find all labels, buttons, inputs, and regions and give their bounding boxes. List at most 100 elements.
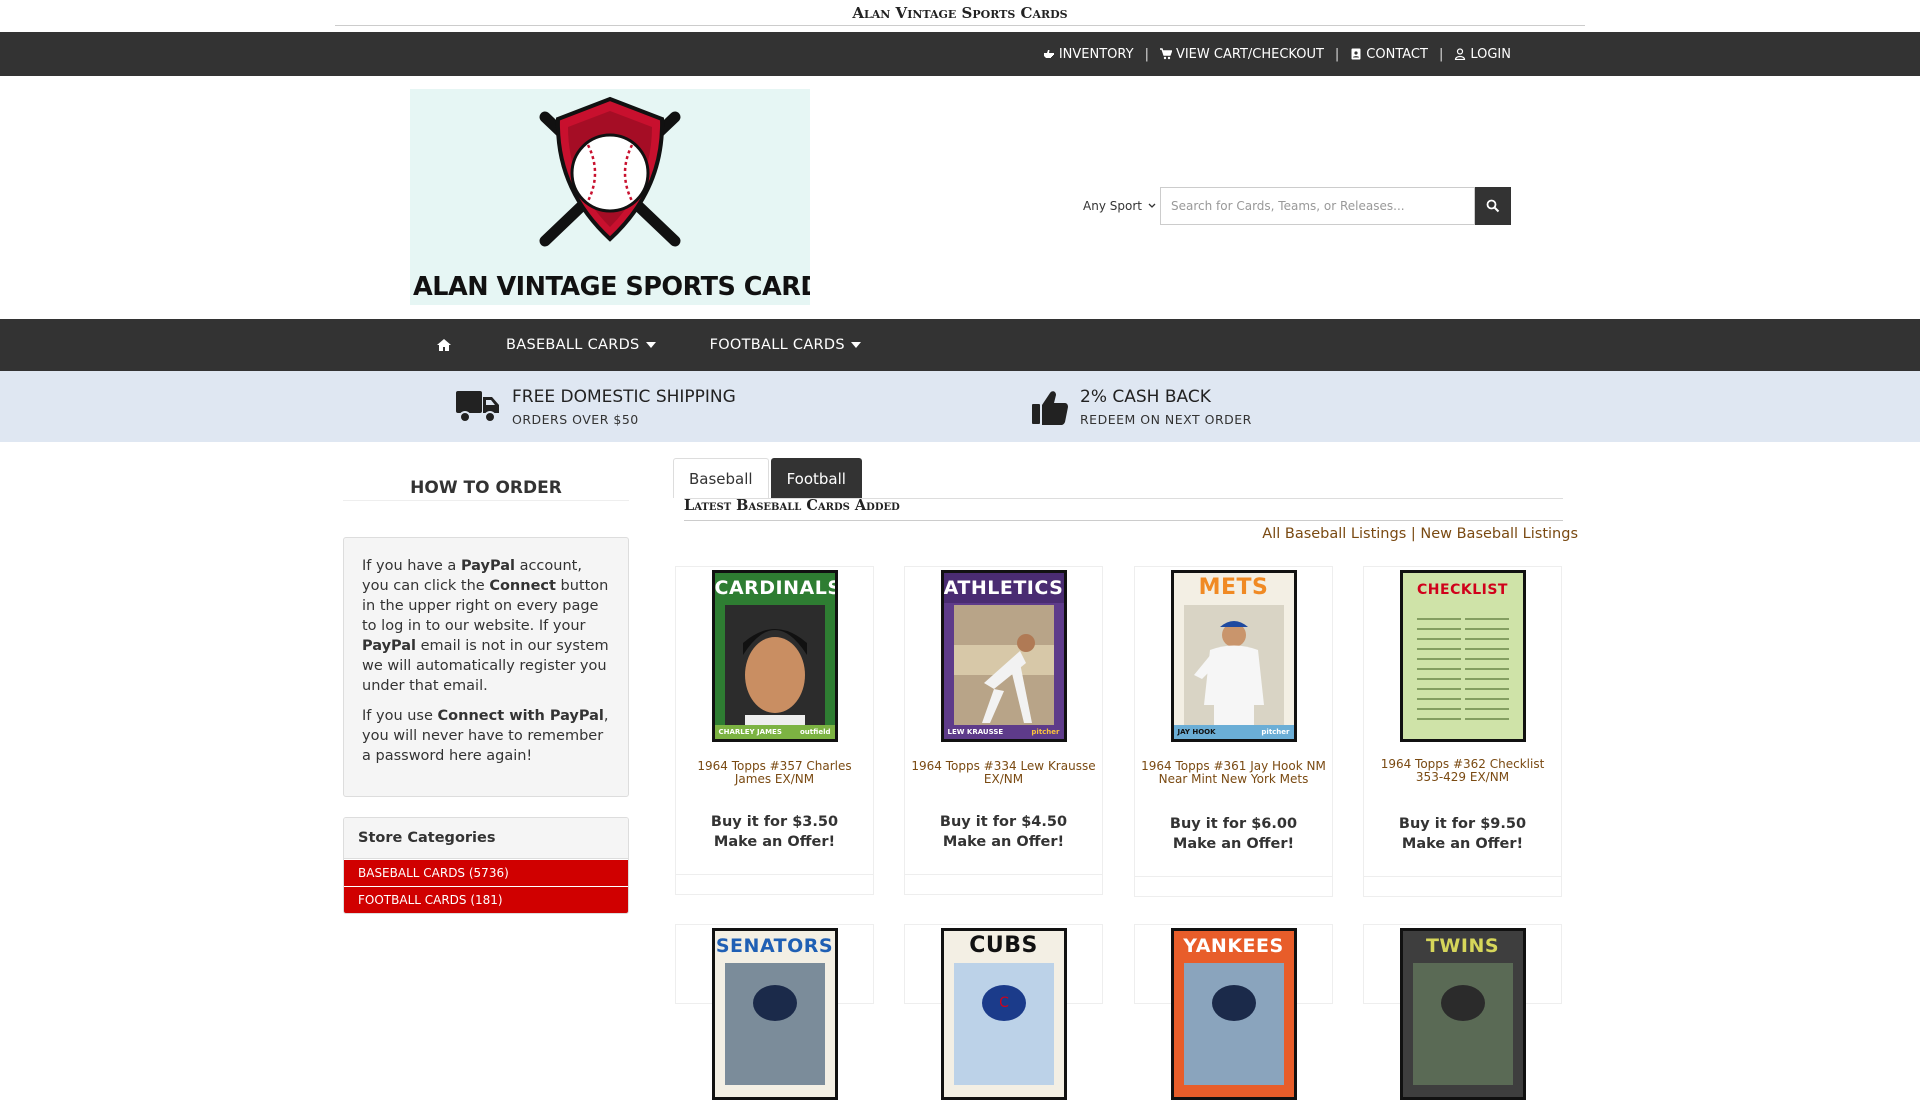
card-image[interactable]: METS JAY HOOK pitcher <box>1170 570 1297 742</box>
card-image[interactable]: CHECKLIST <box>1399 570 1526 742</box>
sport-select-value: Any Sport <box>1083 199 1142 213</box>
buy-it-now-link[interactable]: Buy it for $9.50 <box>1364 814 1561 834</box>
player-portrait-icon: C <box>953 963 1054 1085</box>
buy-it-now-link[interactable]: Buy it for $3.50 <box>676 812 873 832</box>
player-portrait-icon <box>1412 963 1513 1085</box>
baseball-cards-menu[interactable]: BASEBALL CARDS <box>506 337 656 353</box>
listing-separator: | <box>1410 526 1416 542</box>
product-card[interactable]: SENATORS <box>675 924 874 1100</box>
cart-link[interactable]: VIEW CART/CHECKOUT <box>1159 46 1324 62</box>
player-portrait-icon <box>953 605 1054 727</box>
store-categories-title: Store Categories <box>344 818 628 859</box>
make-offer-link[interactable]: Make an Offer! <box>1364 834 1561 854</box>
site-title: Alan Vintage Sports Cards <box>852 4 1068 22</box>
how-to-order-divider <box>343 500 629 501</box>
main-nav: BASEBALL CARDS FOOTBALL CARDS <box>0 319 1920 371</box>
latest-cards-heading: Latest Baseball Cards Added <box>684 497 900 514</box>
home-link[interactable] <box>436 338 456 352</box>
product-card[interactable]: ATHLETICS LEW KRAUSSE pitcher 1964 Topps … <box>904 566 1103 895</box>
product-card[interactable]: CUBS C <box>904 924 1103 1100</box>
buy-it-now-link[interactable]: Buy it for $6.00 <box>1135 814 1332 834</box>
make-offer-link[interactable]: Make an Offer! <box>676 832 873 852</box>
card-team-banner: CHECKLIST <box>1402 573 1523 601</box>
card-image[interactable]: CARDINALS CHARLEY JAMES outfield <box>711 570 838 742</box>
chevron-down-icon <box>1148 203 1156 208</box>
sport-select[interactable]: Any Sport <box>1063 187 1160 225</box>
cashback-subtitle: REDEEM ON NEXT ORDER <box>1080 412 1252 427</box>
card-team-banner: CARDINALS <box>714 573 835 603</box>
card-image[interactable]: SENATORS <box>711 928 838 1100</box>
card-image[interactable]: ATHLETICS LEW KRAUSSE pitcher <box>940 570 1067 742</box>
product-card[interactable]: YANKEES <box>1134 924 1333 1100</box>
card-image[interactable]: CUBS C <box>940 928 1067 1100</box>
card-nameplate: LEW KRAUSSE pitcher <box>943 725 1064 739</box>
cart-label: VIEW CART/CHECKOUT <box>1175 46 1324 62</box>
product-card[interactable]: CHECKLIST 1964 Topps #362 Checklist 353-… <box>1363 566 1562 897</box>
listing-links: All Baseball Listings | New Baseball Lis… <box>1262 526 1578 542</box>
football-cards-label: FOOTBALL CARDS <box>709 337 845 353</box>
hand-pointer-icon <box>1043 50 1054 58</box>
product-title[interactable]: 1964 Topps #361 Jay Hook NM Near Mint Ne… <box>1135 760 1332 786</box>
card-team-banner: YANKEES <box>1173 931 1294 961</box>
card-team-banner: ATHLETICS <box>943 573 1064 603</box>
utility-nav: INVENTORY | VIEW CART/CHECKOUT | CONTACT… <box>1043 32 1511 76</box>
login-label: LOGIN <box>1470 46 1511 62</box>
contact-link[interactable]: CONTACT <box>1350 47 1428 62</box>
checklist-grid-icon <box>1412 609 1513 727</box>
product-card[interactable]: TWINS <box>1363 924 1562 1100</box>
player-portrait-icon <box>724 963 825 1085</box>
inventory-label: INVENTORY <box>1058 46 1134 62</box>
baseball-cards-label: BASEBALL CARDS <box>506 337 640 353</box>
product-title[interactable]: 1964 Topps #362 Checklist 353-429 EX/NM <box>1364 758 1561 784</box>
caret-down-icon <box>645 342 656 348</box>
svg-text:C: C <box>999 995 1009 1011</box>
player-portrait-icon <box>1183 605 1284 727</box>
buy-it-now-link[interactable]: Buy it for $4.50 <box>905 812 1102 832</box>
card-footer <box>1364 876 1561 896</box>
search-button[interactable] <box>1475 187 1511 225</box>
cashback-promo: 2% CASH BACK REDEEM ON NEXT ORDER <box>1032 371 1252 442</box>
card-footer <box>905 874 1102 894</box>
product-card[interactable]: METS JAY HOOK pitcher 1964 Topps #361 Jay… <box>1134 566 1333 897</box>
card-team-banner: TWINS <box>1402 931 1523 961</box>
card-footer <box>676 874 873 894</box>
category-football-cards[interactable]: FOOTBALL CARDS (181) <box>344 886 628 913</box>
tab-football[interactable]: Football <box>770 458 862 498</box>
tab-baseball[interactable]: Baseball <box>673 458 769 498</box>
search-icon <box>1486 199 1500 213</box>
card-image[interactable]: TWINS <box>1399 928 1526 1100</box>
nav-separator: | <box>1144 46 1149 62</box>
card-image[interactable]: YANKEES <box>1170 928 1297 1100</box>
address-card-icon <box>1351 48 1361 60</box>
all-baseball-listings-link[interactable]: All Baseball Listings <box>1262 526 1406 542</box>
card-team-banner: METS <box>1173 573 1294 603</box>
search-input[interactable]: Search for Cards, Teams, or Releases... <box>1160 187 1475 225</box>
utility-bar: INVENTORY | VIEW CART/CHECKOUT | CONTACT… <box>0 32 1920 76</box>
caret-down-icon <box>850 342 861 348</box>
cashback-title: 2% CASH BACK <box>1080 387 1211 407</box>
promo-band: FREE DOMESTIC SHIPPING ORDERS OVER $50 2… <box>0 371 1920 442</box>
product-title[interactable]: 1964 Topps #334 Lew Krausse EX/NM <box>905 760 1102 786</box>
card-nameplate: CHARLEY JAMES outfield <box>714 725 835 739</box>
card-team-banner: SENATORS <box>714 931 835 961</box>
make-offer-link[interactable]: Make an Offer! <box>1135 834 1332 854</box>
new-baseball-listings-link[interactable]: New Baseball Listings <box>1420 526 1578 542</box>
cart-icon <box>1159 48 1172 60</box>
truck-icon <box>456 390 499 423</box>
inventory-link[interactable]: INVENTORY <box>1043 47 1134 62</box>
shipping-subtitle: ORDERS OVER $50 <box>512 412 639 427</box>
thumbs-up-icon <box>1032 390 1068 425</box>
product-title[interactable]: 1964 Topps #357 Charles James EX/NM <box>676 760 873 786</box>
category-baseball-cards[interactable]: BASEBALL CARDS (5736) <box>344 859 628 886</box>
baseball-shield-logo-icon <box>539 96 681 247</box>
user-icon <box>1455 48 1466 60</box>
player-portrait-icon <box>724 605 825 727</box>
login-link[interactable]: LOGIN <box>1454 47 1511 62</box>
logo-wordmark: ALAN VINTAGE SPORTS CARDS <box>413 272 810 302</box>
site-logo[interactable]: ALAN VINTAGE SPORTS CARDS <box>410 89 810 305</box>
contact-label: CONTACT <box>1366 46 1428 62</box>
football-cards-menu[interactable]: FOOTBALL CARDS <box>710 337 861 353</box>
product-card[interactable]: CARDINALS CHARLEY JAMES outfield 1964 Top… <box>675 566 874 895</box>
make-offer-link[interactable]: Make an Offer! <box>905 832 1102 852</box>
how-to-order-panel: If you have a PayPal account, you can cl… <box>343 537 629 797</box>
